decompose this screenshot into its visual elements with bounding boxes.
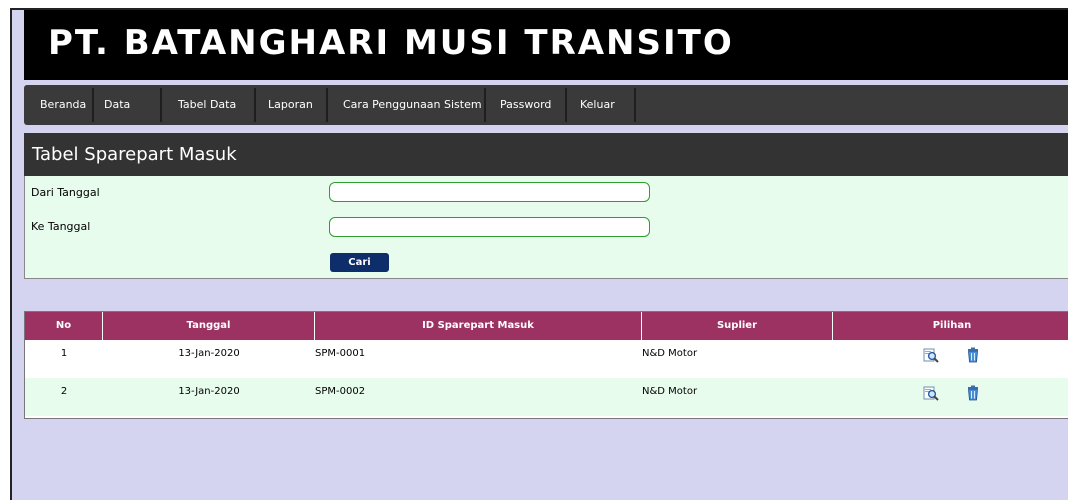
cell-no: 2	[60, 386, 68, 397]
nav-separator	[326, 88, 328, 122]
column-header-suplier: Suplier	[642, 312, 833, 340]
nav-separator	[160, 88, 162, 122]
nav-item-keluar[interactable]: Keluar	[580, 85, 615, 125]
nav-separator	[634, 88, 636, 122]
nav-separator	[484, 88, 486, 122]
site-header: PT. BATANGHARI MUSI TRANSITO	[24, 10, 1068, 80]
cell-no: 1	[60, 348, 68, 359]
nav-separator	[92, 88, 94, 122]
nav-item-beranda[interactable]: Beranda	[40, 85, 86, 125]
column-header-pilihan: Pilihan	[932, 320, 972, 331]
from-date-input[interactable]	[329, 182, 650, 202]
view-icon[interactable]	[923, 347, 939, 363]
from-date-label: Dari Tanggal	[31, 186, 100, 199]
nav-item-data[interactable]: Data	[104, 85, 130, 125]
cell-suplier: N&D Motor	[642, 386, 698, 397]
site-title: PT. BATANGHARI MUSI TRANSITO	[48, 23, 734, 63]
cell-id: SPM-0001	[315, 348, 366, 359]
nav-item-laporan[interactable]: Laporan	[268, 85, 313, 125]
view-icon[interactable]	[923, 385, 939, 401]
panel-title: Tabel Sparepart Masuk	[32, 144, 237, 165]
cell-tanggal: 13-Jan-2020	[178, 348, 240, 359]
nav-separator	[565, 88, 567, 122]
nav-separator	[254, 88, 256, 122]
table-row: 1 13-Jan-2020 SPM-0001 N&D Motor	[25, 340, 1068, 378]
cell-id: SPM-0002	[315, 386, 366, 397]
main-nav: Beranda Data Tabel Data Laporan Cara Pen…	[24, 85, 1068, 125]
nav-item-cara-penggunaan[interactable]: Cara Penggunaan Sistem	[343, 85, 482, 125]
column-header-id: ID Sparepart Masuk	[315, 312, 642, 340]
table-row: 2 13-Jan-2020 SPM-0002 N&D Motor	[25, 378, 1068, 416]
cell-tanggal: 13-Jan-2020	[178, 386, 240, 397]
date-filter-form: Dari Tanggal Ke Tanggal Cari	[24, 176, 1068, 279]
page-frame: PT. BATANGHARI MUSI TRANSITO Beranda Dat…	[10, 8, 1068, 500]
search-button[interactable]: Cari	[330, 253, 389, 272]
nav-item-tabel-data[interactable]: Tabel Data	[178, 85, 236, 125]
cell-suplier: N&D Motor	[642, 348, 698, 359]
to-date-label: Ke Tanggal	[31, 220, 91, 233]
sparepart-table: No Tanggal ID Sparepart Masuk Suplier Pi…	[24, 311, 1068, 419]
delete-icon[interactable]	[965, 347, 981, 363]
panel-header: Tabel Sparepart Masuk	[24, 133, 1068, 176]
to-date-input[interactable]	[329, 217, 650, 237]
column-header-tanggal: Tanggal	[103, 312, 315, 340]
table-header: No Tanggal ID Sparepart Masuk Suplier Pi…	[25, 312, 1068, 340]
column-header-no: No	[25, 312, 103, 340]
nav-item-password[interactable]: Password	[500, 85, 551, 125]
delete-icon[interactable]	[965, 385, 981, 401]
